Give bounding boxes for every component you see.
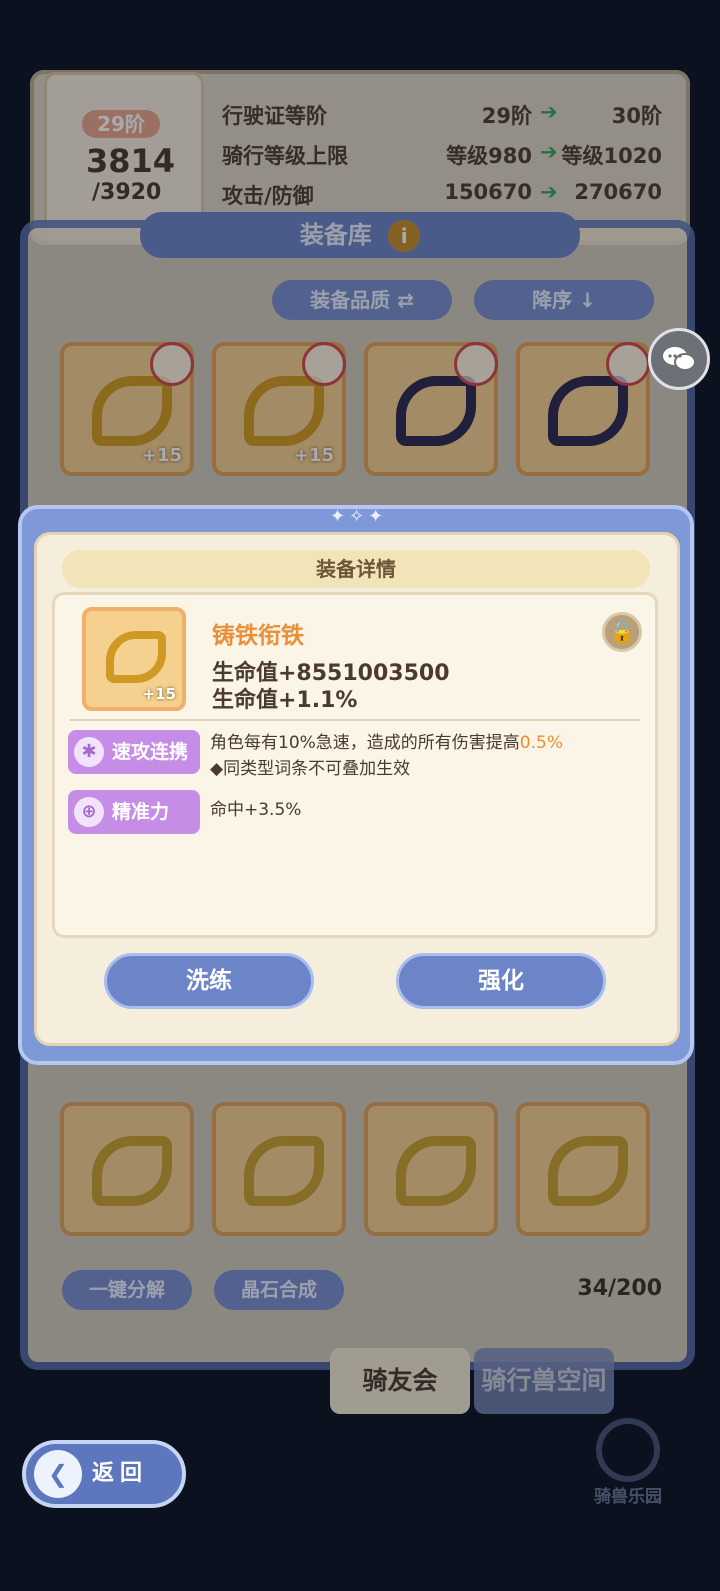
back-button[interactable]: ❮ 返回	[22, 1440, 186, 1508]
sparkle-icon: ✦✧✦	[330, 506, 388, 527]
affix-desc-line2: ◆同类型词条不可叠加生效	[210, 759, 411, 779]
affix-tag-precision: ⊕ 精准力	[68, 790, 200, 834]
item-stat-hp-percent: 生命值+1.1%	[212, 688, 358, 713]
affix-label: 精准力	[112, 801, 170, 823]
affix-description-precision: 命中+3.5%	[210, 800, 302, 820]
item-name: 铸铁衔铁	[212, 623, 304, 649]
affix-desc-text: 角色每有10%急速，造成的所有伤害提高	[210, 733, 520, 753]
back-label: 返回	[92, 1461, 149, 1486]
affix-value: 0.5%	[519, 733, 563, 753]
affix-label: 速攻连携	[112, 741, 189, 763]
affix-desc-line1: 角色每有10%急速，造成的所有伤害提高0.5%	[210, 730, 563, 756]
ferris-wheel-icon[interactable]	[596, 1418, 660, 1482]
refine-button[interactable]: 洗练	[104, 953, 314, 1009]
divider	[70, 719, 640, 721]
chat-icon[interactable]	[648, 328, 710, 390]
bridle-icon	[106, 631, 166, 683]
affix-description-speed-combo: 角色每有10%急速，造成的所有伤害提高0.5% ◆同类型词条不可叠加生效	[210, 730, 563, 782]
back-arrow-icon: ❮	[34, 1450, 82, 1498]
equipment-item-icon: +15	[82, 607, 186, 711]
snowflake-icon: ✱	[74, 737, 104, 767]
enhance-button[interactable]: 强化	[396, 953, 606, 1009]
dialog-title: 装备详情	[62, 550, 650, 588]
item-enhance-level: +15	[142, 685, 176, 703]
affix-tag-speed-combo: ✱ 速攻连携	[68, 730, 200, 774]
mount-park-label: 骑兽乐园	[594, 1487, 662, 1507]
crosshair-icon: ⊕	[74, 797, 104, 827]
lock-icon[interactable]: 🔓	[602, 612, 642, 652]
